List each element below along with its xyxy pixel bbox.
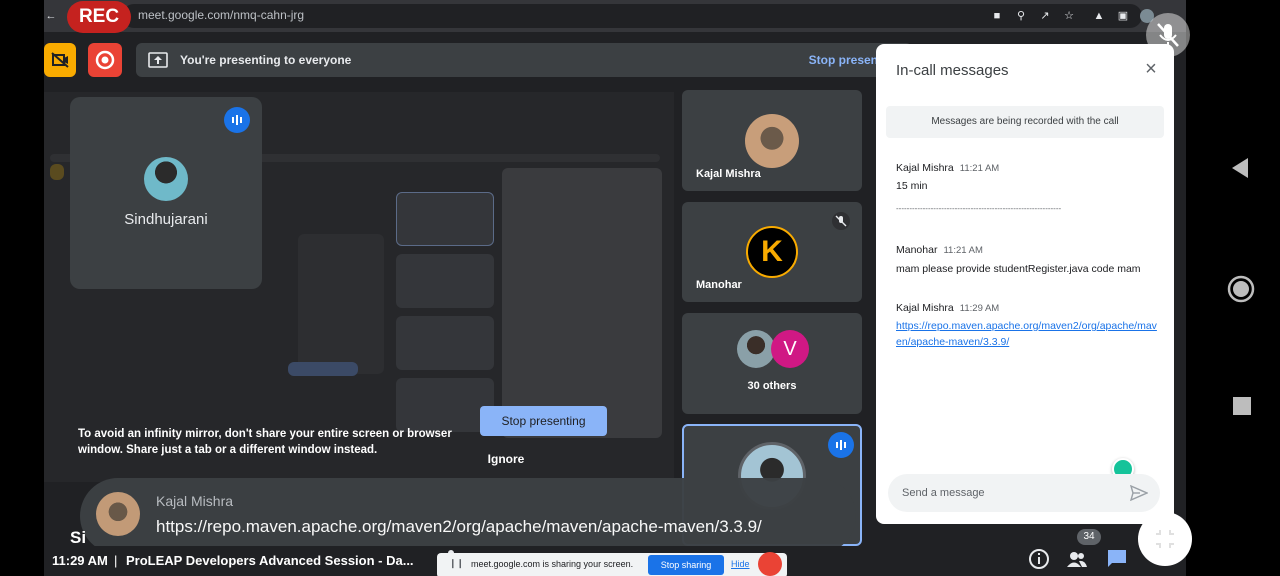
back-icon[interactable]: ←	[44, 9, 58, 23]
mirror-camera-button	[50, 164, 64, 180]
meet-stage: You're presenting to everyone Stop prese…	[44, 32, 1186, 576]
end-call-icon[interactable]	[758, 552, 782, 576]
participant-tile-manohar[interactable]: K Manohar	[682, 202, 862, 302]
hide-link[interactable]: Hide	[731, 559, 750, 569]
self-video-tile[interactable]: Sindhujarani	[70, 97, 262, 289]
sidepanel-icon[interactable]: ▣	[1116, 9, 1130, 23]
collapse-icon	[1156, 530, 1174, 548]
extensions-icon[interactable]: ▲	[1092, 9, 1106, 23]
panel-title: In-call messages	[896, 62, 1009, 79]
camera-icon[interactable]: ■	[990, 9, 1004, 23]
share-icon[interactable]: ↗	[1038, 9, 1052, 23]
pause-icon: ❙❙	[449, 558, 465, 568]
separator: |	[114, 553, 118, 568]
mirror-stop-button	[288, 362, 358, 376]
participant-tile-others[interactable]: V 30 others	[682, 313, 862, 414]
browser-toolbar: ← meet.google.com/nmq-cahn-jrg ■ ⚲ ↗ ☆ ▲…	[44, 0, 1186, 32]
stop-sharing-button[interactable]: Stop sharing	[648, 555, 724, 575]
message-sender: Kajal Mishra 11:29 AM	[896, 302, 1000, 314]
speaker-label: Si	[70, 528, 87, 547]
toast-message: https://repo.maven.apache.org/maven2/org…	[156, 517, 762, 536]
avatar	[144, 157, 188, 201]
address-bar[interactable]: meet.google.com/nmq-cahn-jrg	[122, 4, 1142, 28]
speaking-indicator-icon	[828, 432, 854, 458]
participant-name: Manohar	[696, 279, 742, 291]
avatar	[96, 492, 140, 536]
self-name-label: Sindhujarani	[124, 211, 208, 228]
record-icon	[95, 50, 115, 70]
back-nav-icon[interactable]	[1228, 156, 1252, 180]
meeting-time: 11:29 AM	[52, 553, 108, 568]
send-icon[interactable]	[1130, 485, 1148, 501]
stop-presenting-button[interactable]: Stop presenting	[480, 406, 607, 436]
avatar-letter: V	[771, 330, 809, 368]
in-call-messages-panel: In-call messages × Messages are being re…	[876, 44, 1174, 524]
screen-share-notification: ❙❙ meet.google.com is sharing your scree…	[437, 553, 787, 576]
bookmark-star-icon[interactable]: ☆	[1062, 9, 1076, 23]
infinity-mirror-warning: To avoid an infinity mirror, don't share…	[78, 428, 452, 456]
home-nav-icon[interactable]	[1226, 274, 1256, 304]
people-icon[interactable]	[1066, 548, 1088, 570]
camera-off-button[interactable]	[44, 43, 76, 77]
message-composer	[888, 474, 1160, 512]
info-icon[interactable]	[1028, 548, 1050, 570]
presenting-text: You're presenting to everyone	[180, 53, 352, 67]
message-link[interactable]: https://repo.maven.apache.org/maven2/org…	[896, 318, 1158, 350]
message-sender: Manohar 11:21 AM	[896, 244, 983, 256]
close-icon[interactable]: ×	[1142, 59, 1160, 79]
others-count-label: 30 others	[747, 380, 797, 392]
message-input[interactable]	[902, 484, 1122, 502]
present-screen-icon	[148, 52, 168, 68]
recorder-fab[interactable]	[1138, 512, 1192, 566]
mic-off-icon	[1157, 23, 1179, 47]
record-button[interactable]	[88, 43, 122, 77]
mirror-self-tile	[298, 234, 384, 374]
participant-count-badge: 34	[1077, 529, 1101, 545]
avatar	[737, 330, 775, 368]
participant-tile-kajal[interactable]: Kajal Mishra	[682, 90, 862, 191]
participant-name: Kajal Mishra	[696, 168, 761, 180]
speaking-indicator-icon	[224, 107, 250, 133]
recording-notice: Messages are being recorded with the cal…	[886, 106, 1164, 138]
toast-sender: Kajal Mishra	[156, 493, 234, 509]
message-text: 15 min	[896, 180, 928, 192]
message-toast[interactable]: Kajal Mishra https://repo.maven.apache.o…	[80, 478, 856, 554]
presenting-banner: You're presenting to everyone Stop prese…	[136, 43, 912, 77]
meeting-bottom-bar: 11:29 AM | ProLEAP Developers Advanced S…	[44, 546, 1186, 576]
avatar: K	[746, 226, 798, 278]
ignore-button[interactable]: Ignore	[480, 452, 532, 470]
recents-nav-icon[interactable]	[1232, 396, 1252, 416]
recording-badge: REC	[67, 1, 131, 33]
meeting-title: ProLEAP Developers Advanced Session - Da…	[126, 553, 414, 568]
phone-screen: ← meet.google.com/nmq-cahn-jrg ■ ⚲ ↗ ☆ ▲…	[0, 0, 1280, 576]
message-sender: Kajal Mishra 11:21 AM	[896, 162, 1000, 174]
mirror-tile-1	[396, 192, 494, 246]
camera-off-icon	[51, 52, 69, 68]
mic-off-icon	[832, 212, 850, 230]
message-text: mam please provide studentRegister.java …	[896, 263, 1141, 275]
mirror-tile-2	[396, 254, 494, 308]
url-text: meet.google.com/nmq-cahn-jrg	[138, 8, 305, 22]
message-text: ----------------------------------------…	[896, 204, 1062, 213]
mic-muted-overlay[interactable]	[1146, 13, 1190, 57]
chat-icon[interactable]	[1106, 548, 1128, 570]
browser-window: ← meet.google.com/nmq-cahn-jrg ■ ⚲ ↗ ☆ ▲…	[44, 0, 1186, 576]
share-notification-text: meet.google.com is sharing your screen.	[471, 559, 634, 569]
avatar	[745, 114, 799, 168]
mirror-tile-3	[396, 316, 494, 370]
zoom-icon[interactable]: ⚲	[1014, 9, 1028, 23]
mirror-chat-panel	[502, 168, 662, 438]
